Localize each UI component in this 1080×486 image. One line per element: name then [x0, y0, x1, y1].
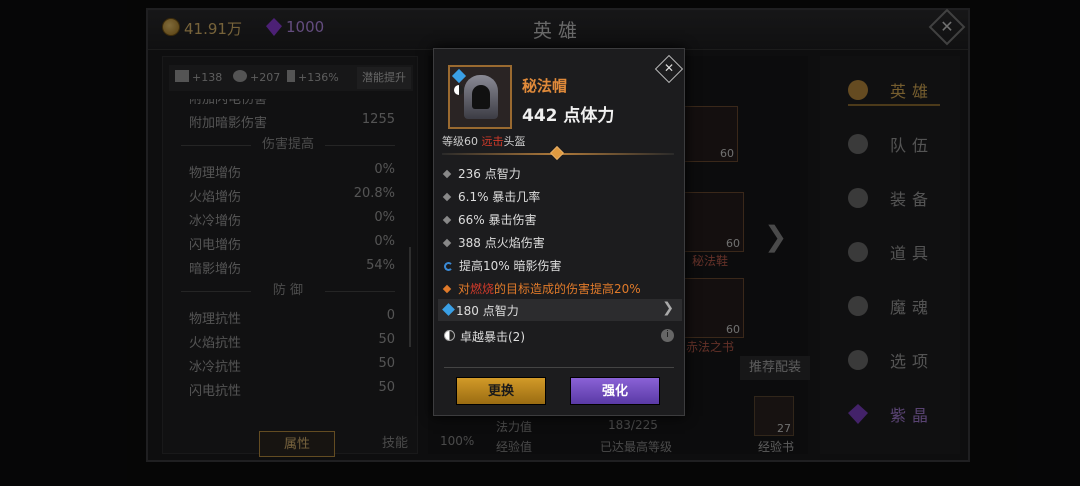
affix-row: 388 点火焰伤害 — [442, 234, 545, 251]
affix-row: 6.1% 暴击几率 — [442, 188, 540, 205]
reroll-icon — [444, 262, 453, 271]
upgrade-button[interactable]: 强化 — [570, 377, 660, 405]
close-icon: ✕ — [663, 60, 675, 75]
socket-gem-icon — [451, 68, 467, 84]
hood-icon — [464, 75, 498, 119]
item-tooltip: ✕ 秘法帽 442 点体力 等级60 远击头盔 236 点智力 6.1% 暴击几… — [433, 48, 685, 416]
legendary-affix-row: 对燃烧的目标造成的伤害提高20% — [442, 280, 641, 297]
divider-diamond-icon — [549, 145, 565, 161]
info-icon[interactable]: i — [661, 329, 674, 342]
divider — [444, 367, 674, 368]
chevron-right-icon: ❯ — [662, 300, 674, 316]
item-name: 秘法帽 — [522, 77, 568, 95]
item-level-line: 等级60 远击头盔 — [442, 135, 526, 148]
item-main-stat: 442 点体力 — [522, 106, 615, 126]
item-image — [448, 65, 512, 129]
reroll-affix-row: 提高10% 暗影伤害 — [444, 257, 562, 274]
game-screen: 41.91万 1000 英雄 ✕ +138 +207 +136% 潜能提升 附加… — [0, 0, 1080, 486]
affix-row: 236 点智力 — [442, 165, 521, 182]
gem-socket-row[interactable]: 180 点智力 ❯ — [438, 299, 682, 321]
gem-icon — [442, 303, 455, 316]
yinyang-icon — [444, 330, 455, 341]
affix-row: 66% 暴击伤害 — [442, 211, 537, 228]
set-yinyang-icon — [454, 85, 464, 95]
close-tooltip-button[interactable]: ✕ — [654, 54, 684, 84]
swap-button[interactable]: 更换 — [456, 377, 546, 405]
set-bonus-row: 卓越暴击(2) i — [438, 325, 682, 347]
